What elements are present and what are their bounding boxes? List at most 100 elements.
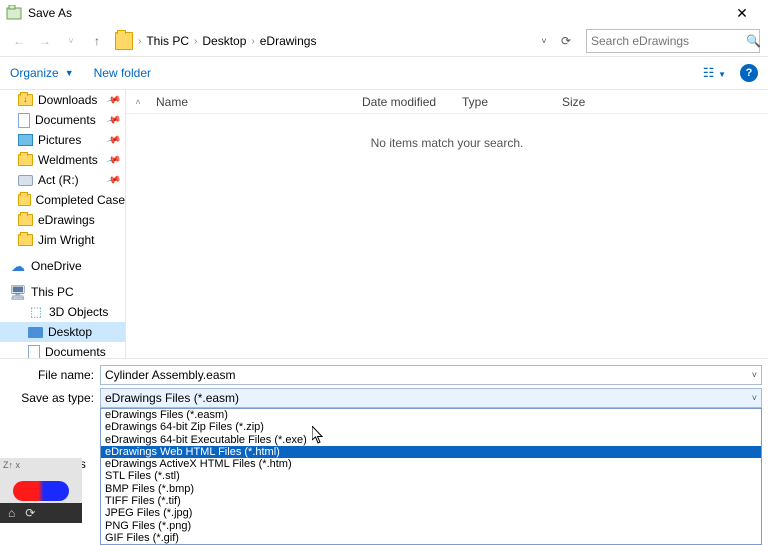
breadcrumb-thispc[interactable]: This PC bbox=[144, 32, 191, 50]
cube-icon: ⬚ bbox=[28, 304, 44, 320]
folder-icon bbox=[18, 154, 33, 166]
new-folder-button[interactable]: New folder bbox=[94, 66, 151, 80]
tree-label: 3D Objects bbox=[49, 305, 108, 319]
drive-icon bbox=[18, 175, 33, 186]
back-button[interactable]: ← bbox=[8, 30, 30, 52]
documents-icon bbox=[18, 113, 30, 128]
column-type[interactable]: Type bbox=[456, 95, 556, 109]
empty-message: No items match your search. bbox=[126, 114, 768, 358]
tree-label: Completed Case bbox=[36, 193, 125, 207]
filetype-option[interactable]: eDrawings Files (*.easm) bbox=[101, 409, 761, 421]
tree-completed[interactable]: Completed Case bbox=[0, 190, 125, 210]
tree-label: Pictures bbox=[38, 133, 81, 147]
filename-combo[interactable]: Cylinder Assembly.easm ˅ bbox=[100, 365, 762, 385]
refresh-icon[interactable]: ⟳ bbox=[25, 506, 35, 520]
address-dropdown[interactable]: ˅ bbox=[533, 36, 555, 46]
filetype-option[interactable]: eDrawings 64-bit Executable Files (*.exe… bbox=[101, 434, 761, 446]
navigation-tree: Downloads 📌 Documents 📌 Pictures 📌 Weldment… bbox=[0, 90, 126, 358]
address-bar[interactable]: › This PC › Desktop › eDrawings ˅ ⟳ bbox=[112, 29, 578, 53]
tree-jim[interactable]: Jim Wright bbox=[0, 230, 125, 250]
organize-dropdown-icon[interactable]: ▼ bbox=[65, 68, 74, 78]
tree-label: Jim Wright bbox=[38, 233, 94, 247]
chevron-right-icon: › bbox=[138, 36, 141, 47]
home-icon[interactable]: ⌂ bbox=[8, 506, 15, 520]
close-button[interactable]: ✕ bbox=[722, 5, 762, 22]
app-icon bbox=[6, 5, 22, 21]
column-size[interactable]: Size bbox=[556, 95, 656, 109]
folder-icon bbox=[18, 234, 33, 246]
tree-label: Documents bbox=[35, 113, 96, 127]
view-options-button[interactable]: ☷ ▼ bbox=[703, 65, 726, 81]
folder-icon bbox=[115, 32, 133, 50]
filetype-option[interactable]: BMP Files (*.bmp) bbox=[101, 483, 761, 495]
chevron-right-icon: › bbox=[194, 36, 197, 47]
desktop-icon bbox=[28, 327, 43, 338]
downloads-icon bbox=[18, 94, 33, 106]
window-title: Save As bbox=[28, 6, 722, 20]
savetype-label: Save as type: bbox=[6, 391, 100, 405]
tree-label: Downloads bbox=[38, 93, 97, 107]
savetype-value: eDrawings Files (*.easm) bbox=[105, 391, 239, 405]
filetype-option[interactable]: PNG Files (*.png) bbox=[101, 520, 761, 532]
documents-icon bbox=[28, 345, 40, 359]
search-box[interactable]: 🔍 bbox=[586, 29, 760, 53]
pin-icon: 📌 bbox=[105, 112, 121, 128]
tree-desktop[interactable]: Desktop bbox=[0, 322, 125, 342]
tree-label: OneDrive bbox=[31, 259, 82, 273]
filetype-option[interactable]: eDrawings Web HTML Files (*.html) bbox=[101, 446, 761, 458]
chevron-down-icon[interactable]: ˅ bbox=[752, 393, 757, 403]
breadcrumb-edrawings[interactable]: eDrawings bbox=[258, 32, 319, 50]
chevron-right-icon: › bbox=[251, 36, 254, 47]
filetype-option[interactable]: JPEG Files (*.jpg) bbox=[101, 507, 761, 519]
tree-label: Weldments bbox=[38, 153, 98, 167]
savetype-dropdown[interactable]: eDrawings Files (*.easm)eDrawings 64-bit… bbox=[100, 408, 762, 545]
filetype-option[interactable]: GIF Files (*.gif) bbox=[101, 532, 761, 544]
tree-pictures[interactable]: Pictures 📌 bbox=[0, 130, 125, 150]
up-button[interactable]: ↑ bbox=[86, 30, 108, 52]
tree-label: Act (R:) bbox=[38, 173, 79, 187]
breadcrumb-desktop[interactable]: Desktop bbox=[200, 32, 248, 50]
filetype-option[interactable]: eDrawings 64-bit Zip Files (*.zip) bbox=[101, 421, 761, 433]
tree-act[interactable]: Act (R:) 📌 bbox=[0, 170, 125, 190]
tree-downloads[interactable]: Downloads 📌 bbox=[0, 90, 125, 110]
pin-icon: 📌 bbox=[105, 152, 121, 168]
tree-label: eDrawings bbox=[38, 213, 95, 227]
pin-icon: 📌 bbox=[105, 92, 121, 108]
tree-thispc[interactable]: 🖥 This PC bbox=[0, 282, 125, 302]
pin-icon: 📌 bbox=[105, 132, 121, 148]
pc-icon: 🖥 bbox=[10, 284, 26, 300]
chevron-down-icon[interactable]: ˅ bbox=[752, 370, 757, 380]
tree-documents[interactable]: Documents 📌 bbox=[0, 110, 125, 130]
filename-value: Cylinder Assembly.easm bbox=[105, 368, 236, 382]
filetype-option[interactable]: STL Files (*.stl) bbox=[101, 470, 761, 482]
recent-dropdown[interactable]: ˅ bbox=[60, 30, 82, 52]
filename-label: File name: bbox=[6, 368, 100, 382]
organize-menu[interactable]: Organize bbox=[10, 66, 59, 80]
pictures-icon bbox=[18, 134, 33, 146]
search-icon: 🔍 bbox=[746, 34, 761, 48]
onedrive-icon: ☁ bbox=[10, 258, 26, 274]
column-name[interactable]: Name bbox=[150, 95, 356, 109]
folder-icon bbox=[18, 214, 33, 226]
tree-label: Desktop bbox=[48, 325, 92, 339]
savetype-combo[interactable]: eDrawings Files (*.easm) ˅ bbox=[100, 388, 762, 408]
folder-icon bbox=[18, 194, 31, 206]
filetype-option[interactable]: TIFF Files (*.tif) bbox=[101, 495, 761, 507]
tree-label: Documents bbox=[45, 345, 106, 358]
search-input[interactable] bbox=[591, 34, 746, 48]
tree-weldments[interactable]: Weldments 📌 bbox=[0, 150, 125, 170]
help-button[interactable]: ? bbox=[740, 64, 758, 82]
column-date[interactable]: Date modified bbox=[356, 95, 456, 109]
pin-icon: 📌 bbox=[105, 172, 121, 188]
viewer-toolbar: ⌂ ⟳ bbox=[0, 503, 82, 523]
tree-label: This PC bbox=[31, 285, 74, 299]
tree-onedrive[interactable]: ☁ OneDrive bbox=[0, 256, 125, 276]
tree-documents2[interactable]: Documents bbox=[0, 342, 125, 358]
filetype-option[interactable]: eDrawings ActiveX HTML Files (*.htm) bbox=[101, 458, 761, 470]
tree-3dobjects[interactable]: ⬚ 3D Objects bbox=[0, 302, 125, 322]
collapse-icon[interactable]: ˄ bbox=[126, 97, 150, 107]
forward-button[interactable]: → bbox=[34, 30, 56, 52]
tree-edrawings[interactable]: eDrawings bbox=[0, 210, 125, 230]
axis-label: Z↑ x bbox=[3, 460, 20, 470]
refresh-button[interactable]: ⟳ bbox=[555, 34, 577, 48]
